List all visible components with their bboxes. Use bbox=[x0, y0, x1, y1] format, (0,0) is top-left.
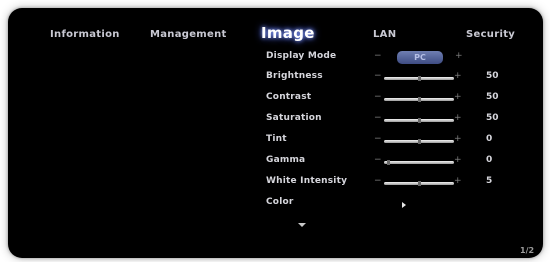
brightness-decrease[interactable]: − bbox=[374, 71, 382, 81]
tab-bar: Information Management Image LAN Securit… bbox=[8, 8, 543, 48]
row-white-intensity: White Intensity − + 5 bbox=[8, 173, 543, 193]
gamma-decrease[interactable]: − bbox=[374, 155, 382, 165]
gamma-label: Gamma bbox=[266, 155, 306, 165]
tint-slider[interactable] bbox=[384, 139, 454, 144]
display-mode-decrease[interactable]: − bbox=[374, 51, 382, 61]
display-mode-increase[interactable]: + bbox=[455, 51, 463, 61]
tab-security[interactable]: Security bbox=[466, 29, 515, 40]
display-mode-label: Display Mode bbox=[266, 51, 337, 61]
contrast-label: Contrast bbox=[266, 92, 312, 102]
slider-knob[interactable] bbox=[418, 118, 421, 123]
tab-management[interactable]: Management bbox=[150, 29, 227, 40]
brightness-value: 50 bbox=[486, 71, 499, 81]
row-saturation: Saturation − + 50 bbox=[8, 110, 543, 130]
slider-knob[interactable] bbox=[418, 139, 421, 144]
contrast-decrease[interactable]: − bbox=[374, 92, 382, 102]
slider-knob[interactable] bbox=[418, 181, 421, 186]
row-color: Color bbox=[8, 194, 543, 214]
gamma-slider[interactable] bbox=[384, 160, 454, 165]
gamma-value: 0 bbox=[486, 155, 493, 165]
brightness-increase[interactable]: + bbox=[454, 71, 462, 81]
contrast-increase[interactable]: + bbox=[454, 92, 462, 102]
color-submenu-arrow-icon[interactable] bbox=[402, 202, 406, 208]
tab-image[interactable]: Image bbox=[261, 24, 315, 42]
tint-label: Tint bbox=[266, 134, 287, 144]
tint-decrease[interactable]: − bbox=[374, 134, 382, 144]
row-brightness: Brightness − + 50 bbox=[8, 68, 543, 88]
row-tint: Tint − + 0 bbox=[8, 131, 543, 151]
tint-value: 0 bbox=[486, 134, 493, 144]
white-intensity-value: 5 bbox=[486, 176, 493, 186]
saturation-label: Saturation bbox=[266, 113, 322, 123]
contrast-value: 50 bbox=[486, 92, 499, 102]
brightness-slider[interactable] bbox=[384, 76, 454, 81]
osd-menu-panel: Information Management Image LAN Securit… bbox=[8, 8, 543, 258]
tab-information[interactable]: Information bbox=[50, 29, 120, 40]
row-contrast: Contrast − + 50 bbox=[8, 89, 543, 109]
scroll-down-arrow-icon[interactable] bbox=[298, 223, 306, 227]
slider-knob[interactable] bbox=[387, 160, 390, 165]
saturation-increase[interactable]: + bbox=[454, 113, 462, 123]
row-display-mode: Display Mode − PC + bbox=[8, 48, 543, 68]
saturation-value: 50 bbox=[486, 113, 499, 123]
tint-increase[interactable]: + bbox=[454, 134, 462, 144]
slider-knob[interactable] bbox=[418, 76, 421, 81]
color-label: Color bbox=[266, 197, 294, 207]
saturation-slider[interactable] bbox=[384, 118, 454, 123]
white-intensity-decrease[interactable]: − bbox=[374, 176, 382, 186]
white-intensity-label: White Intensity bbox=[266, 176, 348, 186]
slider-knob[interactable] bbox=[418, 97, 421, 102]
row-gamma: Gamma − + 0 bbox=[8, 152, 543, 172]
brightness-label: Brightness bbox=[266, 71, 323, 81]
contrast-slider[interactable] bbox=[384, 97, 454, 102]
white-intensity-increase[interactable]: + bbox=[454, 176, 462, 186]
tab-lan[interactable]: LAN bbox=[373, 29, 396, 40]
page-indicator: 1/2 bbox=[520, 246, 535, 255]
gamma-increase[interactable]: + bbox=[454, 155, 462, 165]
slider-track bbox=[384, 161, 454, 164]
saturation-decrease[interactable]: − bbox=[374, 113, 382, 123]
display-mode-selector[interactable]: PC bbox=[397, 51, 443, 64]
white-intensity-slider[interactable] bbox=[384, 181, 454, 186]
